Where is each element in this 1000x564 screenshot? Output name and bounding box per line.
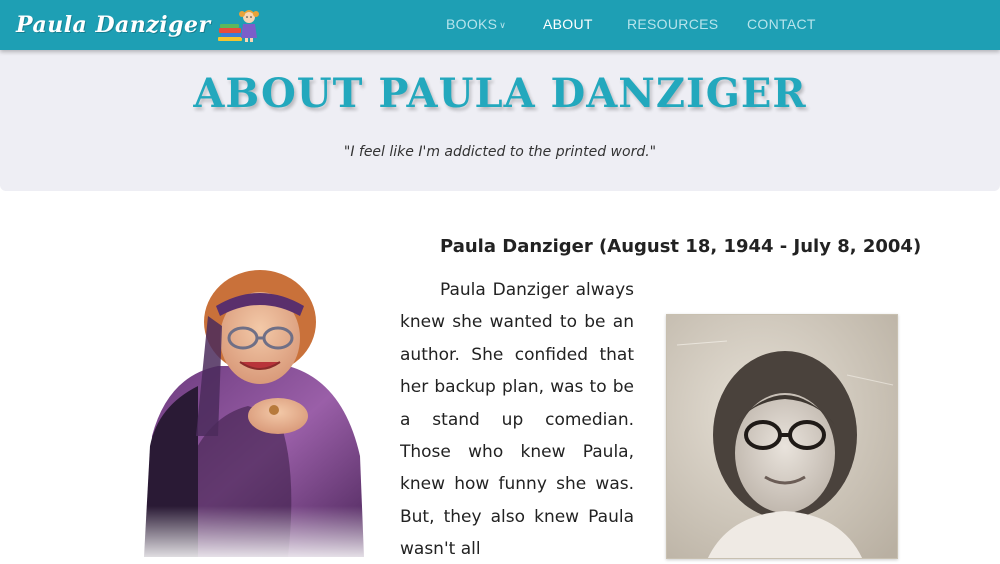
chevron-down-icon: ∨: [499, 20, 507, 30]
portrait-of-paula-danziger: [138, 266, 366, 557]
main-nav: BOOKS ∨ ABOUT RESOURCES CONTACT: [0, 0, 1000, 50]
nav-books-label: BOOKS: [446, 16, 498, 32]
site-header: Paula Danziger BOOKS ∨ ABOUT RESOURCES C…: [0, 0, 1000, 50]
nav-about[interactable]: ABOUT: [543, 16, 593, 32]
childhood-photo-of-paula: [666, 314, 898, 559]
nav-contact[interactable]: CONTACT: [747, 16, 816, 32]
hero-quote: "I feel like I'm addicted to the printed…: [343, 144, 657, 160]
nav-books[interactable]: BOOKS ∨: [446, 16, 506, 32]
page-title: ABOUT PAULA DANZIGER: [193, 70, 807, 117]
bio-heading: Paula Danziger (August 18, 1944 - July 8…: [440, 236, 922, 257]
page-hero: ABOUT PAULA DANZIGER "I feel like I'm ad…: [0, 50, 1000, 191]
nav-resources[interactable]: RESOURCES: [627, 16, 718, 32]
bio-paragraph: Paula Danziger always knew she wanted to…: [400, 280, 634, 560]
